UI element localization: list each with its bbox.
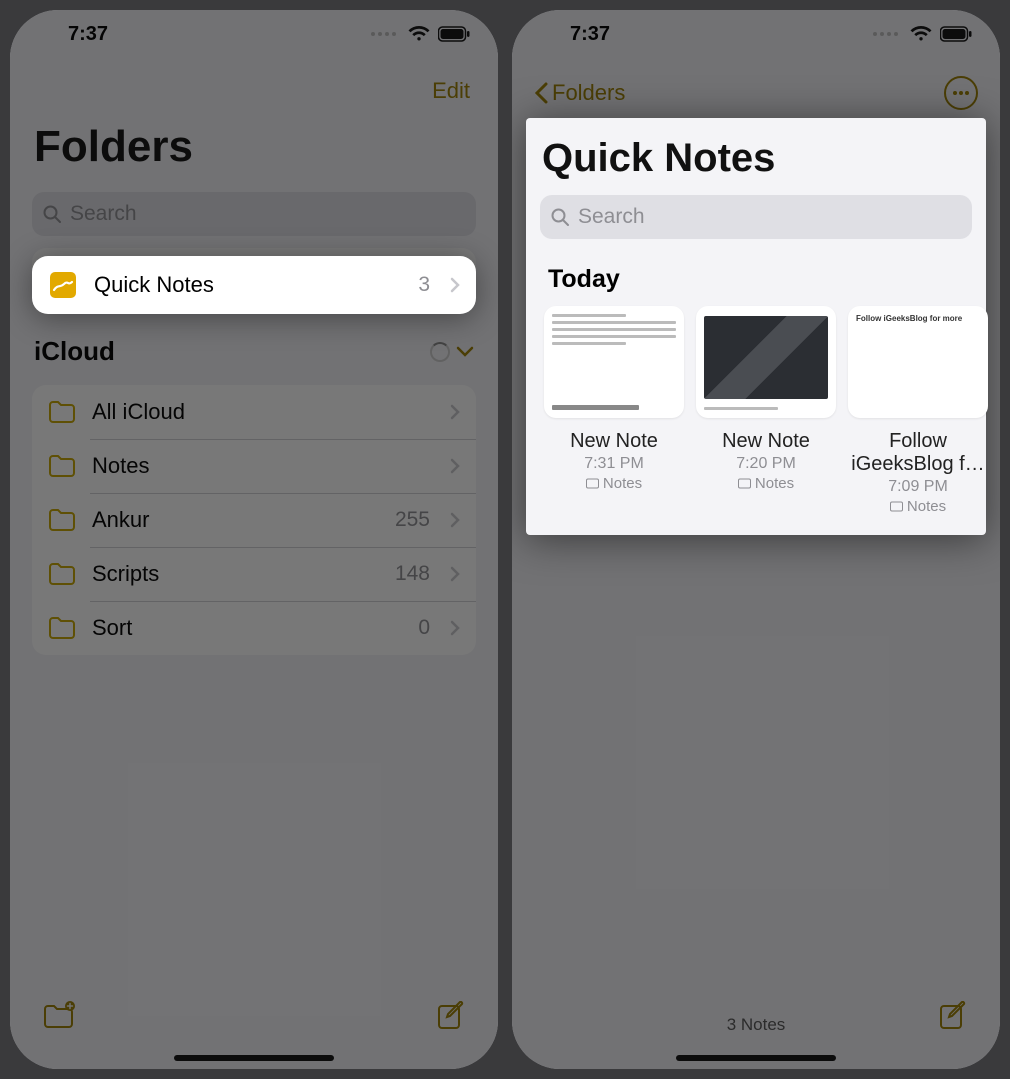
sync-spinner-icon [430,342,450,362]
search-icon [550,207,570,227]
search-placeholder: Search [578,205,645,229]
cellular-dots-icon [371,32,396,36]
note-card[interactable]: Follow iGeeksBlog for more Follow iGeeks… [848,306,988,515]
icloud-section-header[interactable]: iCloud [10,318,498,373]
note-folder: Notes [586,475,642,492]
new-folder-button[interactable] [42,1001,76,1031]
folder-icon [48,454,76,478]
folder-icon [48,400,76,424]
wifi-icon [408,26,430,42]
folder-label: All iCloud [92,399,414,425]
edit-button[interactable]: Edit [432,78,470,104]
status-icons [371,26,470,42]
chevron-right-icon [450,620,460,636]
folder-small-icon [586,478,599,489]
folder-icon [48,616,76,640]
chevron-right-icon [450,277,460,293]
chevron-left-icon [534,82,548,104]
folder-label: Sort [92,615,402,641]
today-section-title: Today [548,265,964,294]
folder-row[interactable]: Sort 0 [32,601,476,655]
nav-bar: Folders [512,58,1000,118]
chevron-right-icon [450,566,460,582]
folder-label: Notes [92,453,414,479]
chevron-down-icon [456,346,474,358]
chevron-right-icon [450,404,460,420]
status-icons [873,26,972,42]
quick-notes-label: Quick Notes [94,272,402,298]
folder-label: Ankur [92,507,379,533]
note-folder: Notes [738,475,794,492]
page-title: Quick Notes [542,136,970,181]
note-folder-label: Notes [755,475,794,492]
status-bar: 7:37 [10,10,498,58]
phone-quick-notes-screen: 7:37 Folders 3 Notes Quick Notes Search … [512,10,1000,1069]
page-title: Folders [10,114,498,186]
quick-note-icon [48,270,78,300]
note-title: Follow iGeeksBlog f… [848,430,988,476]
folder-row[interactable]: Scripts 148 [32,547,476,601]
phone-folders-screen: 7:37 Edit Folders Search iCloud All iClo… [10,10,498,1069]
folder-count: 0 [418,616,430,640]
quick-notes-count: 3 [418,273,430,297]
home-indicator[interactable] [174,1055,334,1061]
status-bar: 7:37 [512,10,1000,58]
more-button[interactable] [944,76,978,110]
note-card[interactable]: New Note 7:20 PM Notes [696,306,836,515]
folder-icon [48,562,76,586]
note-thumbnail [696,306,836,418]
note-folder: Notes [890,498,946,515]
quick-notes-panel: Quick Notes Search Today New Note 7:31 P… [526,118,986,535]
notes-grid: New Note 7:31 PM Notes New Note 7:20 PM … [540,306,972,515]
search-icon [42,204,62,224]
folder-small-icon [890,501,903,512]
folder-row[interactable]: Ankur 255 [32,493,476,547]
folder-small-icon [738,478,751,489]
note-folder-label: Notes [603,475,642,492]
note-thumb-text: Follow iGeeksBlog for more [856,314,980,324]
back-button[interactable]: Folders [534,80,625,106]
folder-row[interactable]: All iCloud [32,385,476,439]
note-time: 7:31 PM [584,455,644,473]
footer-count: 3 Notes [512,1015,1000,1035]
icloud-section-title: iCloud [34,336,115,367]
note-title: New Note [722,430,810,453]
status-time: 7:37 [570,23,610,46]
folder-label: Scripts [92,561,379,587]
folder-count: 148 [395,562,430,586]
note-time: 7:09 PM [888,478,948,496]
note-thumbnail [544,306,684,418]
battery-icon [438,26,470,42]
ellipsis-icon [952,90,970,96]
battery-icon [940,26,972,42]
icloud-folders-list: All iCloud Notes Ankur 255 Scripts 148 S… [32,385,476,655]
cellular-dots-icon [873,32,898,36]
search-input[interactable]: Search [32,192,476,236]
chevron-right-icon [450,458,460,474]
home-indicator[interactable] [676,1055,836,1061]
note-time: 7:20 PM [736,455,796,473]
quick-notes-row[interactable]: Quick Notes 3 [32,256,476,314]
folder-count: 255 [395,508,430,532]
chevron-right-icon [450,512,460,528]
status-time: 7:37 [68,23,108,46]
note-thumbnail: Follow iGeeksBlog for more [848,306,988,418]
icloud-section-toggle[interactable] [430,342,474,362]
note-folder-label: Notes [907,498,946,515]
wifi-icon [910,26,932,42]
nav-bar: Edit [10,58,498,114]
search-input[interactable]: Search [540,195,972,239]
search-placeholder: Search [70,202,137,226]
compose-button[interactable] [436,1001,466,1031]
note-card[interactable]: New Note 7:31 PM Notes [544,306,684,515]
back-label: Folders [552,80,625,106]
folder-icon [48,508,76,532]
note-title: New Note [570,430,658,453]
folder-row[interactable]: Notes [32,439,476,493]
